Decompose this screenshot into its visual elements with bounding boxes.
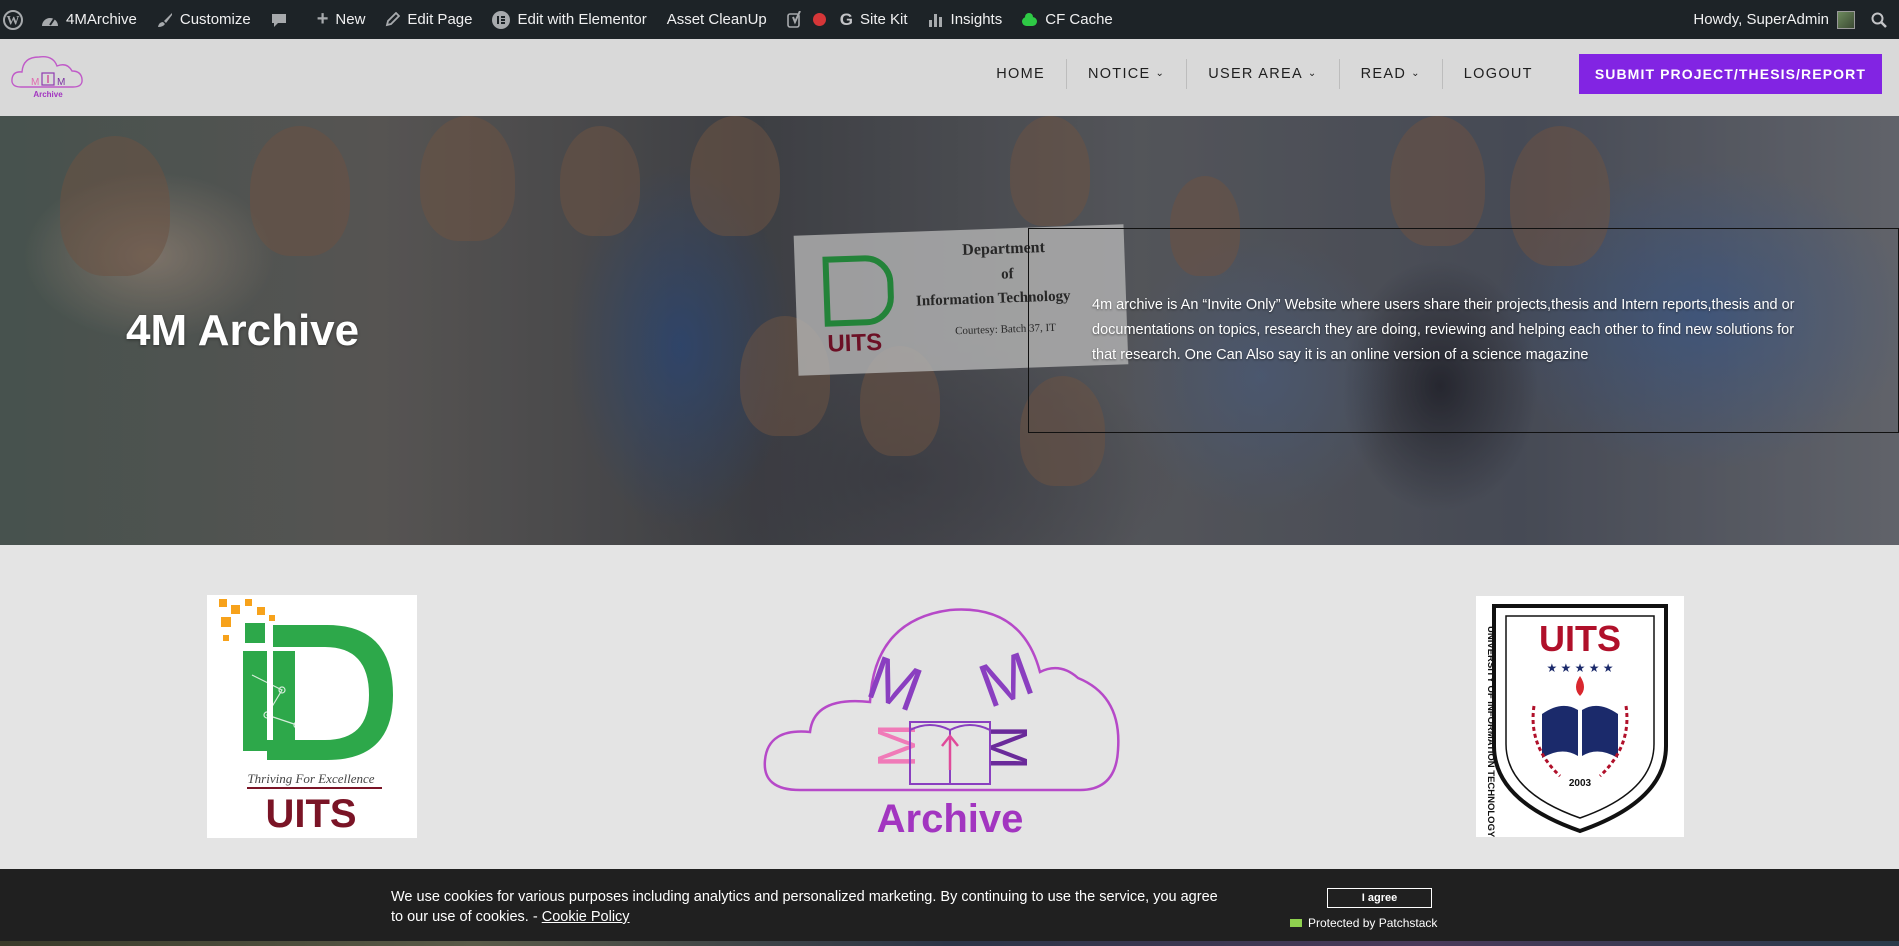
- site-kit-menu[interactable]: G Site Kit: [830, 0, 918, 39]
- plus-icon: +: [316, 8, 329, 30]
- page-bottom-strip: [0, 941, 1899, 946]
- chevron-down-icon: ⌄: [1155, 67, 1166, 79]
- wordpress-logo-button[interactable]: W: [0, 0, 31, 39]
- edit-page-link[interactable]: Edit Page: [375, 0, 482, 39]
- my-account-menu[interactable]: Howdy, SuperAdmin: [1683, 0, 1865, 39]
- google-g-icon: G: [839, 9, 853, 29]
- comments-link[interactable]: [261, 0, 307, 39]
- elementor-icon: [492, 10, 511, 29]
- svg-text:Archive: Archive: [33, 90, 63, 99]
- customize-link[interactable]: Customize: [147, 0, 261, 39]
- svg-text:UNIVERSITY OF INFORMATION TECH: UNIVERSITY OF INFORMATION TECHNOLOGY AND…: [1485, 626, 1496, 837]
- site-name-label: 4MArchive: [66, 11, 137, 28]
- site-name-menu[interactable]: 4MArchive: [31, 0, 147, 39]
- patchstack-label: Protected by Patchstack: [1308, 916, 1438, 930]
- patchstack-icon: [1290, 919, 1302, 927]
- submit-project-button[interactable]: SUBMIT PROJECT/THESIS/REPORT: [1578, 54, 1882, 94]
- nav-read[interactable]: READ ⌄: [1340, 59, 1443, 89]
- nav-user-area-label: USER AREA: [1208, 66, 1303, 82]
- chevron-down-icon: ⌄: [1411, 67, 1421, 79]
- asset-cleanup-label: Asset CleanUp: [666, 11, 767, 28]
- customize-label: Customize: [179, 11, 251, 28]
- wordpress-icon: W: [3, 9, 23, 30]
- hero-description: 4m archive is An “Invite Only” Website w…: [1092, 297, 1795, 363]
- cookie-policy-link[interactable]: Cookie Policy: [542, 909, 630, 925]
- cookie-consent-bar: We use cookies for various purposes incl…: [0, 869, 1899, 946]
- paintbrush-icon: [157, 12, 173, 28]
- svg-text:M: M: [57, 77, 65, 88]
- pencil-icon: [385, 12, 401, 27]
- nav-logout[interactable]: LOGOUT: [1443, 59, 1554, 89]
- insights-label: Insights: [950, 11, 1003, 28]
- svg-text:M: M: [978, 725, 1038, 770]
- seo-status-dot-icon: [812, 13, 826, 26]
- uits-crest-logo: UITS ★ ★ ★ ★ ★ 2003 UNIVERSITY OF INFORM…: [1476, 596, 1684, 911]
- cf-cache-menu[interactable]: CF Cache: [1012, 0, 1123, 39]
- 4m-archive-logo: M M M M Archive: [760, 600, 1130, 841]
- svg-text:M: M: [859, 643, 931, 726]
- yoast-seo-menu[interactable]: [777, 0, 830, 39]
- uits-crest-icon: UITS ★ ★ ★ ★ ★ 2003 UNIVERSITY OF INFORM…: [1485, 604, 1668, 911]
- site-header: M M Archive HOME NOTICE ⌄ USER AREA ⌄ RE…: [0, 39, 1899, 116]
- comment-bubble-icon: [271, 12, 287, 28]
- new-label: New: [335, 11, 366, 28]
- submit-project-label: SUBMIT PROJECT/THESIS/REPORT: [1594, 66, 1866, 82]
- svg-text:2003: 2003: [1569, 778, 1592, 789]
- dashboard-icon: [41, 13, 59, 27]
- svg-text:M: M: [31, 77, 39, 88]
- insights-menu[interactable]: Insights: [918, 0, 1013, 39]
- edit-page-label: Edit Page: [407, 11, 473, 28]
- howdy-label: Howdy, SuperAdmin: [1693, 11, 1829, 28]
- svg-text:★ ★ ★ ★ ★: ★ ★ ★ ★ ★: [1546, 661, 1613, 675]
- svg-text:UITS: UITS: [265, 792, 356, 836]
- nav-notice-label: NOTICE: [1087, 66, 1151, 82]
- svg-text:Thriving For Excellence: Thriving For Excellence: [247, 771, 374, 786]
- new-content-menu[interactable]: + New: [307, 0, 376, 39]
- nav-notice[interactable]: NOTICE ⌄: [1067, 59, 1188, 89]
- svg-text:W: W: [7, 12, 20, 27]
- edit-elementor-label: Edit with Elementor: [517, 11, 647, 28]
- cloud-icon: [1022, 13, 1038, 26]
- itd-uits-logo: Thriving For Excellence UITS: [207, 595, 417, 838]
- nav-home-label: HOME: [996, 66, 1045, 82]
- bar-chart-icon: [928, 12, 944, 28]
- archive-cloud-logo-icon: M M M M Archive: [763, 608, 1120, 841]
- search-icon: [1871, 12, 1887, 28]
- site-logo-link[interactable]: M M Archive: [9, 49, 87, 105]
- svg-text:Archive: Archive: [877, 797, 1024, 840]
- logos-section: Thriving For Excellence UITS M M M M Arc…: [0, 545, 1899, 911]
- site-kit-label: Site Kit: [860, 11, 908, 28]
- nav-user-area[interactable]: USER AREA ⌄: [1187, 59, 1340, 89]
- edit-with-elementor-link[interactable]: Edit with Elementor: [482, 0, 656, 39]
- admin-search-button[interactable]: [1865, 0, 1899, 39]
- asset-cleanup-link[interactable]: Asset CleanUp: [657, 0, 777, 39]
- svg-text:M: M: [867, 723, 927, 768]
- yoast-icon: [786, 10, 803, 29]
- cookie-notice-text: We use cookies for various purposes incl…: [391, 889, 1218, 925]
- nav-logout-label: LOGOUT: [1463, 66, 1533, 82]
- 4m-archive-logo-icon: M M Archive: [11, 56, 83, 99]
- admin-bar: W 4MArchive Customize + New Edit Page Ed…: [0, 0, 1899, 39]
- svg-text:UITS: UITS: [1539, 618, 1621, 659]
- cookie-accept-button[interactable]: I agree: [1327, 888, 1432, 908]
- nav-read-label: READ: [1360, 66, 1407, 82]
- hero-title: 4M Archive: [126, 306, 360, 355]
- cookie-notice: We use cookies for various purposes incl…: [391, 887, 1221, 927]
- nav-home[interactable]: HOME: [975, 59, 1067, 89]
- cf-cache-label: CF Cache: [1045, 11, 1113, 28]
- itd-logo-icon: Thriving For Excellence UITS: [219, 599, 393, 836]
- hero-section: UITS Department of Information Technolog…: [0, 116, 1899, 545]
- chevron-down-icon: ⌄: [1307, 67, 1318, 79]
- main-navigation: HOME NOTICE ⌄ USER AREA ⌄ READ ⌄ LOGOUT …: [975, 54, 1882, 94]
- avatar: [1837, 10, 1855, 29]
- patchstack-badge: Protected by Patchstack: [1290, 916, 1437, 930]
